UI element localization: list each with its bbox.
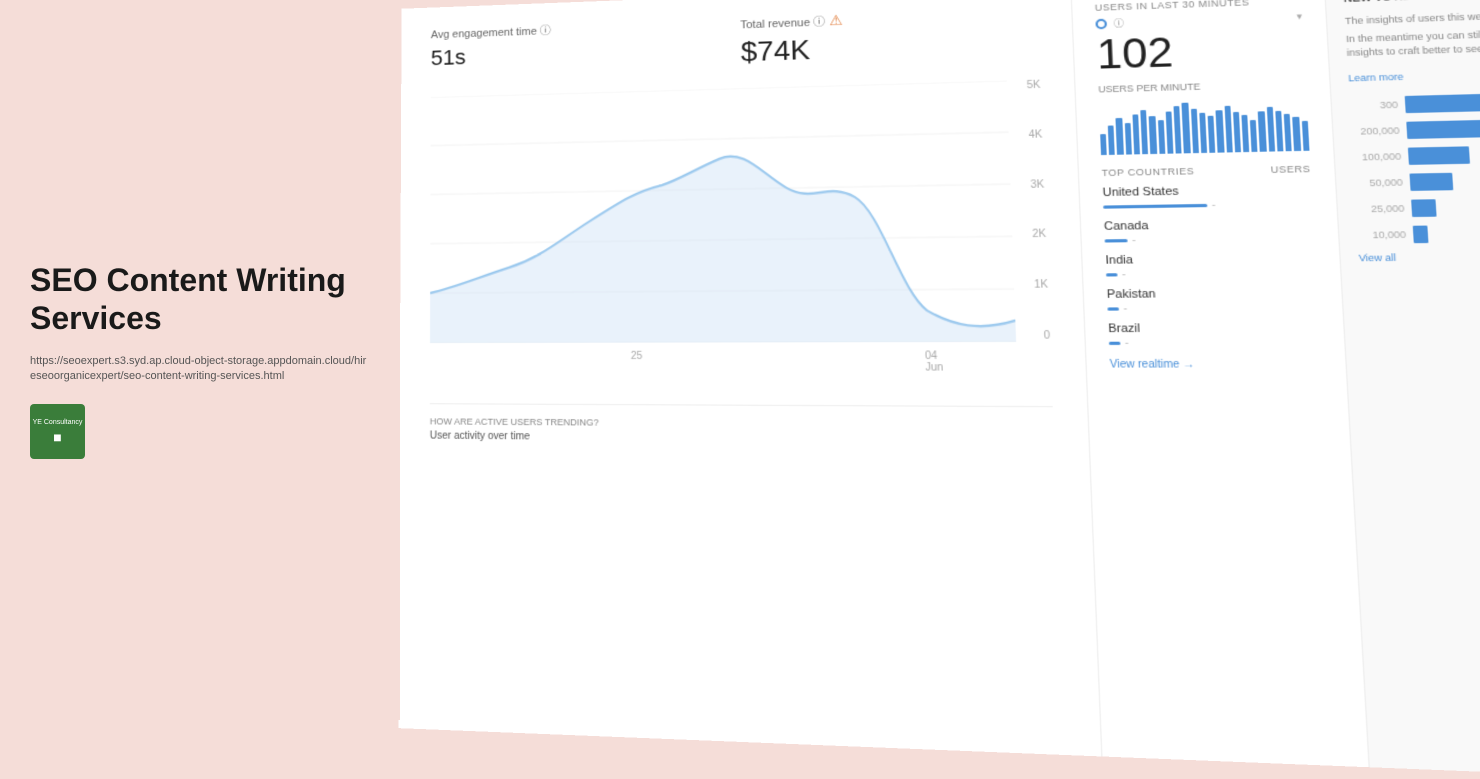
- bar-item: [1241, 115, 1249, 152]
- engagement-value: 51s: [431, 36, 710, 71]
- country-name: Pakistan: [1107, 287, 1318, 301]
- country-value: -: [1122, 269, 1126, 280]
- h-bar: [1409, 173, 1453, 191]
- bar-item: [1116, 118, 1124, 155]
- bar-item: [1233, 112, 1241, 152]
- country-value: -: [1132, 235, 1136, 246]
- stats-row: Avg engagement time ⓘ 51s Total revenue …: [431, 5, 1040, 78]
- rs-title: NEW VS RETURNING USERS: [1343, 0, 1480, 5]
- bottom-sublabel: User activity over time: [430, 430, 1054, 447]
- h-bar: [1408, 147, 1470, 166]
- bar-item: [1275, 111, 1283, 152]
- users-count: 102: [1096, 28, 1305, 76]
- country-row: Canada -: [1104, 217, 1315, 245]
- bar-item: [1258, 111, 1266, 151]
- view-all-link[interactable]: View all: [1358, 250, 1480, 263]
- bar-item: [1208, 116, 1216, 153]
- countries-list: United States - Canada - India - Pakista…: [1102, 183, 1320, 348]
- bar-item: [1191, 109, 1199, 153]
- h-bar-row: 50,000: [1354, 171, 1480, 193]
- h-bar: [1411, 199, 1437, 217]
- bar-item: [1284, 114, 1292, 151]
- bar-item: [1149, 116, 1157, 154]
- country-row: Pakistan -: [1107, 287, 1319, 314]
- bar-item: [1224, 106, 1232, 153]
- users-panel: USERS IN LAST 30 MINUTES ⓘ ▾ 102 USERS P…: [1070, 0, 1368, 767]
- bar-item: [1301, 121, 1309, 151]
- h-bar-row: 25,000: [1355, 197, 1480, 218]
- page-title: SEO Content Writing Services: [30, 261, 370, 338]
- view-realtime-link[interactable]: View realtime →: [1110, 359, 1322, 371]
- h-bar-label: 10,000: [1357, 229, 1406, 240]
- bar-item: [1182, 103, 1190, 154]
- h-bar-row: 200,000: [1351, 118, 1480, 141]
- country-name: Brazil: [1108, 322, 1320, 336]
- bar-item: [1166, 111, 1174, 153]
- bar-item: [1158, 120, 1166, 154]
- country-value: -: [1212, 200, 1216, 211]
- h-bar-label: 25,000: [1356, 203, 1405, 215]
- rs-description: In the meantime you can still see your c…: [1346, 25, 1480, 59]
- analytics-bg: Avg engagement time ⓘ 51s Total revenue …: [398, 0, 1480, 779]
- h-bar-row: 300: [1349, 92, 1480, 115]
- h-bar: [1405, 93, 1480, 113]
- warning-icon: ⚠: [829, 12, 843, 29]
- page-url: https://seoexpert.s3.syd.ap.cloud-object…: [30, 354, 370, 385]
- bar-chart: [1099, 97, 1310, 155]
- x-axis: 25 04Jun: [430, 350, 1017, 373]
- country-value: -: [1123, 303, 1127, 314]
- country-row: Brazil -: [1108, 322, 1320, 349]
- bar-item: [1100, 134, 1107, 155]
- country-name: India: [1105, 252, 1316, 267]
- country-name: Canada: [1104, 217, 1314, 233]
- bar-item: [1250, 120, 1258, 152]
- h-bar: [1406, 120, 1480, 139]
- logo-text: YE Consultancy: [33, 419, 83, 427]
- h-bar-row: 10,000: [1357, 224, 1480, 244]
- country-value: -: [1125, 337, 1129, 348]
- bar-item: [1293, 117, 1301, 151]
- engagement-card: Avg engagement time ⓘ 51s: [431, 17, 710, 71]
- bar-item: [1216, 110, 1224, 152]
- bar-item: [1174, 106, 1182, 153]
- bottom-label: HOW ARE ACTIVE USERS TRENDING?: [430, 416, 1054, 431]
- bar-item: [1132, 114, 1140, 154]
- left-panel: SEO Content Writing Services https://seo…: [0, 0, 400, 720]
- top-countries-label: TOP COUNTRIES USERS: [1102, 164, 1311, 179]
- chart-area: [430, 81, 1016, 343]
- status-indicator: [1095, 18, 1107, 29]
- h-bar-label: 300: [1350, 100, 1399, 112]
- revenue-value: $74K: [741, 26, 1040, 68]
- y-axis: 5K 4K 3K 2K 1K 0: [1027, 80, 1051, 342]
- h-bar: [1413, 226, 1429, 244]
- bar-item: [1108, 125, 1115, 154]
- country-bar: [1109, 341, 1121, 344]
- learn-more-link[interactable]: Learn more: [1348, 72, 1404, 84]
- bar-item: [1124, 123, 1131, 155]
- country-bar: [1103, 203, 1207, 208]
- bar-item: [1199, 113, 1207, 153]
- h-bar-label: 100,000: [1353, 151, 1402, 163]
- bar-item: [1140, 110, 1148, 154]
- country-row: India -: [1105, 252, 1316, 280]
- bar-item: [1266, 107, 1275, 152]
- rs-subtitle: The insights of users this week: [1345, 8, 1480, 26]
- users-per-minute-label: USERS PER MINUTE: [1098, 78, 1306, 94]
- h-bar-label: 200,000: [1351, 125, 1400, 137]
- revenue-card: Total revenue ⓘ ⚠ $74K: [740, 5, 1039, 68]
- country-bar: [1105, 239, 1128, 242]
- country-name: United States: [1102, 183, 1312, 199]
- line-chart: 5K 4K 3K 2K 1K 0 25 04Jun: [430, 80, 1052, 374]
- logo-icon: ■: [53, 429, 61, 445]
- h-bar-chart: 300 200,000 100,000 50,000 25,000 10,000: [1349, 92, 1480, 244]
- h-bar-row: 100,000: [1352, 144, 1480, 166]
- country-bar: [1106, 273, 1118, 276]
- logo-box: YE Consultancy ■: [30, 404, 85, 459]
- chart-section: Avg engagement time ⓘ 51s Total revenue …: [398, 0, 1101, 756]
- country-row: United States -: [1102, 183, 1312, 212]
- analytics-panel: Avg engagement time ⓘ 51s Total revenue …: [398, 0, 1480, 779]
- country-bar: [1107, 307, 1119, 310]
- h-bar-label: 50,000: [1354, 177, 1403, 189]
